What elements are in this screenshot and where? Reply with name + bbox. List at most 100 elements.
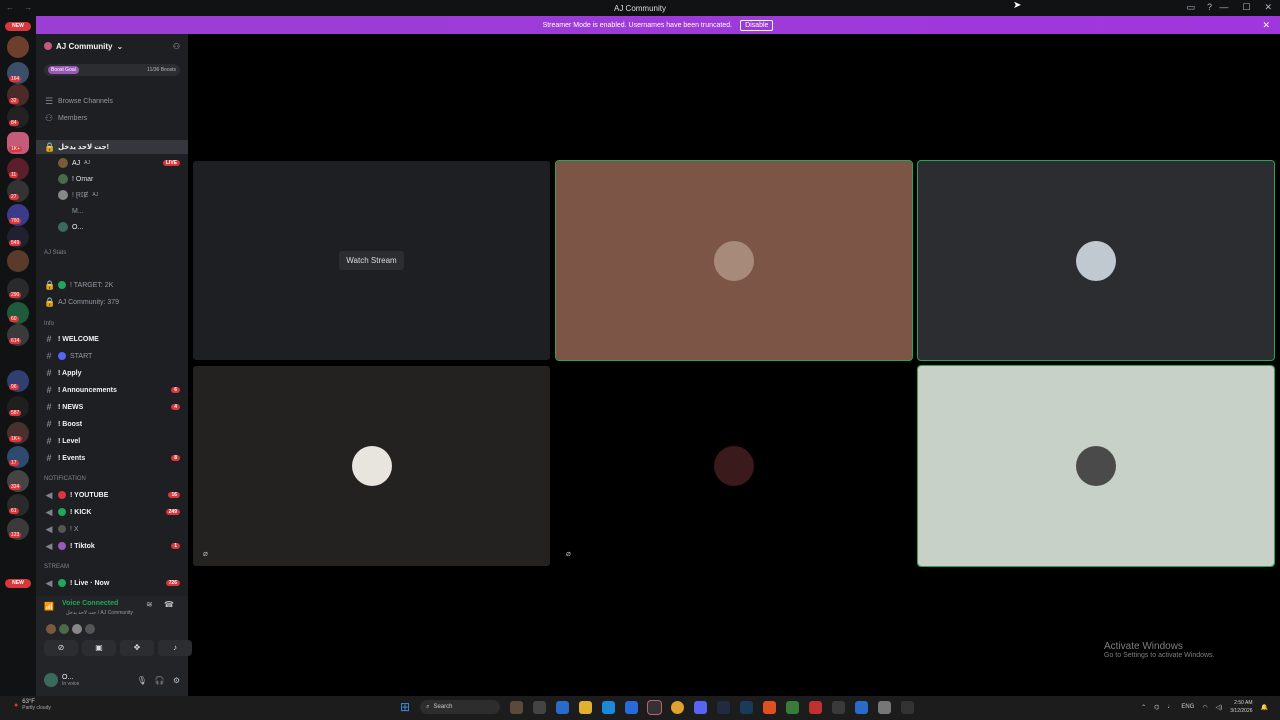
noise-suppression-icon[interactable]: ≋: [146, 600, 153, 609]
app-icon[interactable]: [855, 700, 869, 714]
app-icon[interactable]: [786, 700, 800, 714]
close-button[interactable]: ✕: [1264, 2, 1272, 13]
server-icon[interactable]: 549: [7, 226, 29, 248]
channel-item[interactable]: ◀ ! YOUTUBE 16: [36, 488, 188, 502]
channel-item[interactable]: ◀ ! Tiktok 1: [36, 539, 188, 553]
server-icon[interactable]: 61: [7, 494, 29, 516]
server-icon[interactable]: 164: [7, 62, 29, 84]
mic-tray-icon[interactable]: ♩: [1167, 704, 1173, 710]
server-icon[interactable]: [7, 250, 29, 272]
camera-off-button[interactable]: ⊘: [44, 640, 78, 656]
server-icon[interactable]: [7, 36, 29, 58]
participant-tile[interactable]: ⌀: [193, 366, 550, 566]
voice-member[interactable]: ! Omar: [36, 172, 188, 186]
server-icon[interactable]: 96: [7, 370, 29, 392]
close-banner-icon[interactable]: ✕: [1262, 20, 1270, 31]
app-icon[interactable]: [809, 700, 823, 714]
app-icon[interactable]: [533, 700, 547, 714]
stream-tile[interactable]: Watch Stream: [193, 161, 550, 360]
steam-icon[interactable]: [740, 700, 754, 714]
browse-channels-link[interactable]: ☰ Browse Channels: [36, 94, 188, 108]
wifi-icon[interactable]: ◠: [1202, 704, 1207, 711]
participant-tile[interactable]: ⌀: [556, 366, 912, 566]
channel-item[interactable]: ◀ ! Live · Now 726: [36, 576, 188, 590]
server-icon[interactable]: 290: [7, 278, 29, 300]
microphone-icon[interactable]: 🎙: [137, 676, 147, 685]
app-icon[interactable]: [717, 700, 731, 714]
server-icon[interactable]: 760: [7, 204, 29, 226]
chevron-up-icon[interactable]: ⌃: [1141, 704, 1146, 711]
clock[interactable]: 2:50 AM 3/12/2026: [1230, 699, 1252, 715]
disconnect-icon[interactable]: ☎: [164, 600, 174, 609]
voice-member[interactable]: M...: [36, 204, 188, 218]
app-icon[interactable]: [647, 699, 663, 715]
discord-icon[interactable]: [694, 700, 708, 714]
watch-stream-button[interactable]: Watch Stream: [339, 251, 404, 270]
server-icon[interactable]: 324: [7, 470, 29, 492]
voice-member[interactable]: O...: [36, 220, 188, 234]
app-icon[interactable]: [510, 700, 524, 714]
avatar[interactable]: [44, 673, 58, 687]
server-icon[interactable]: 17: [7, 446, 29, 468]
category-notification[interactable]: NOTIFICATION: [44, 476, 86, 482]
disable-button[interactable]: Disable: [740, 19, 774, 31]
channel-item[interactable]: # START: [36, 349, 188, 363]
app-icon[interactable]: [901, 700, 915, 714]
maximize-button[interactable]: ☐: [1242, 2, 1250, 13]
server-icon[interactable]: 32: [7, 84, 29, 106]
windows-start-icon[interactable]: ⊞: [400, 700, 410, 714]
weather-widget[interactable]: ● 63°F Partly cloudy: [14, 699, 51, 711]
file-explorer-icon[interactable]: [579, 700, 593, 714]
help-icon[interactable]: ?: [1207, 2, 1212, 13]
voice-member[interactable]: ! Ɽ𝕀Ɇ AJ: [36, 188, 188, 202]
server-icon[interactable]: 614: [7, 324, 29, 346]
category-stats[interactable]: AJ Stats: [44, 250, 66, 256]
guild-header[interactable]: AJ Community ⌄ ⚇: [36, 34, 188, 58]
headphones-icon[interactable]: 🎧: [155, 676, 165, 685]
server-icon[interactable]: 11: [7, 158, 29, 180]
stat-channel[interactable]: 🔒 AJ Community: 379: [36, 295, 188, 309]
notification-bell-icon[interactable]: 🔔: [1261, 704, 1268, 711]
channel-item[interactable]: # ! Events 8: [36, 451, 188, 465]
participant-tile[interactable]: [917, 365, 1275, 567]
edge-icon[interactable]: [602, 700, 616, 714]
channel-item[interactable]: # ! NEWS 4: [36, 400, 188, 414]
channel-item[interactable]: # ! Boost: [36, 417, 188, 431]
gear-icon[interactable]: ⚙: [173, 676, 180, 685]
server-icon-active[interactable]: 1K+: [7, 132, 29, 154]
server-icon[interactable]: 1K+: [7, 422, 29, 444]
screen-share-button[interactable]: ▣: [82, 640, 116, 656]
app-icon[interactable]: [556, 700, 570, 714]
channel-item[interactable]: ◀ ! X: [36, 522, 188, 536]
voice-channel[interactable]: 🔒 جت لاحد يدخل!: [36, 140, 188, 154]
brave-icon[interactable]: [763, 700, 777, 714]
activities-button[interactable]: ✥: [120, 640, 154, 656]
network-icon[interactable]: ⌬: [1154, 704, 1159, 711]
app-icon[interactable]: [832, 700, 846, 714]
channel-item[interactable]: ◀ ! KICK 249: [36, 505, 188, 519]
members-link[interactable]: ⚇ Members: [36, 111, 188, 125]
server-icon[interactable]: 60: [7, 302, 29, 324]
add-user-icon[interactable]: ⚇: [173, 42, 180, 51]
server-icon[interactable]: 123: [7, 518, 29, 540]
channel-item[interactable]: # ! WELCOME: [36, 332, 188, 346]
chrome-icon[interactable]: [671, 700, 685, 714]
app-icon[interactable]: [625, 700, 639, 714]
stat-channel[interactable]: 🔒 ! TARGET: 2K: [36, 278, 188, 292]
settings-icon[interactable]: [878, 700, 892, 714]
server-icon[interactable]: 84: [7, 106, 29, 128]
category-stream[interactable]: STREAM: [44, 564, 69, 570]
participant-tile[interactable]: [555, 160, 913, 361]
minimize-button[interactable]: —: [1219, 2, 1228, 13]
volume-icon[interactable]: ◁): [1216, 704, 1223, 711]
inbox-icon[interactable]: ▭: [1186, 2, 1195, 13]
voice-member[interactable]: AJ AJ LIVE: [36, 156, 188, 170]
server-icon[interactable]: 587: [7, 396, 29, 418]
soundboard-button[interactable]: ♪: [158, 640, 192, 656]
channel-item[interactable]: # ! Level: [36, 434, 188, 448]
server-icon[interactable]: 27: [7, 180, 29, 202]
boost-goal-bar[interactable]: Boost Goal 11/36 Boosts: [44, 64, 180, 76]
participant-tile[interactable]: [917, 160, 1275, 361]
search-box[interactable]: ⌕ Search: [420, 700, 501, 714]
lang-indicator[interactable]: ENG: [1181, 704, 1194, 710]
